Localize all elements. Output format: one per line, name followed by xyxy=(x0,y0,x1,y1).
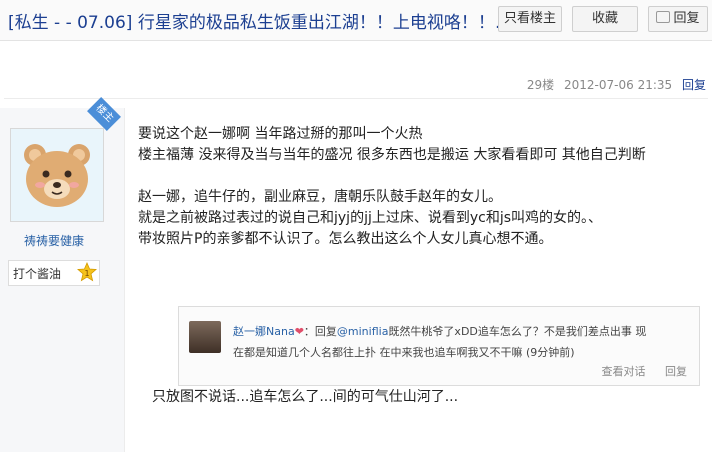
post-reply-link[interactable]: 回复 xyxy=(682,78,706,92)
post-datetime: 2012-07-06 21:35 xyxy=(564,78,673,92)
quote-text-1: 既然牛桃爷了xDD追车怎么了？不是我们差点出事 现 xyxy=(388,325,647,338)
image-caption: 只放图不说话...追车怎么了...间的可气仕山河了... xyxy=(152,389,459,405)
rank-label: 打个酱油 xyxy=(13,267,62,281)
star-icon: 1 xyxy=(77,262,97,282)
quote-reply-link[interactable]: 回复 xyxy=(665,365,687,378)
avatar[interactable] xyxy=(10,128,104,222)
favorite-button[interactable]: 收藏 xyxy=(572,6,638,32)
quote-mention[interactable]: @miniflia xyxy=(337,325,389,338)
author-rank: 打个酱油 1 xyxy=(8,260,100,286)
rank-level: 1 xyxy=(84,269,89,278)
post-meta: 29楼 2012-07-06 21:35 回复 xyxy=(521,76,706,93)
quote-line-1: 赵一娜Nana❤：回复@miniflia既然牛桃爷了xDD追车怎么了？不是我们差… xyxy=(233,323,646,339)
quoted-weibo: 赵一娜Nana❤：回复@miniflia既然牛桃爷了xDD追车怎么了？不是我们差… xyxy=(178,306,700,386)
reply-button-label: 回复 xyxy=(673,11,700,26)
only-op-button[interactable]: 只看楼主 xyxy=(498,6,562,32)
thread-header: [私生 - - 07.06] 行星家的极品私生饭重出江湖！！上电视咯！！… 只看… xyxy=(0,0,712,41)
reply-button[interactable]: 回复 xyxy=(648,6,708,32)
thread-title[interactable]: [私生 - - 07.06] 行星家的极品私生饭重出江湖！！上电视咯！！… xyxy=(8,8,512,33)
bear-avatar-icon xyxy=(11,129,103,221)
author-username[interactable]: 祷祷要健康 xyxy=(24,232,84,249)
reply-icon xyxy=(656,11,671,23)
quote-avatar[interactable] xyxy=(189,321,221,353)
quote-username[interactable]: 赵一娜Nana xyxy=(233,325,295,338)
quote-prefix: ：回复 xyxy=(303,325,337,338)
post-divider xyxy=(4,98,708,99)
quote-line-2: 在都是知道几个人名都往上扑 在中来我也追车啊我又不干嘛 (9分钟前) xyxy=(233,346,575,359)
post-body: 要说这个赵一娜啊 当年路过掰的那叫一个火热 楼主福薄 没来得及当与当年的盛况 很… xyxy=(138,126,646,247)
heart-icon: ❤ xyxy=(294,325,304,338)
view-conversation-link[interactable]: 查看对话 xyxy=(602,365,646,378)
quote-actions: 查看对话 回复 xyxy=(586,363,688,379)
floor-number: 29楼 xyxy=(526,78,555,92)
